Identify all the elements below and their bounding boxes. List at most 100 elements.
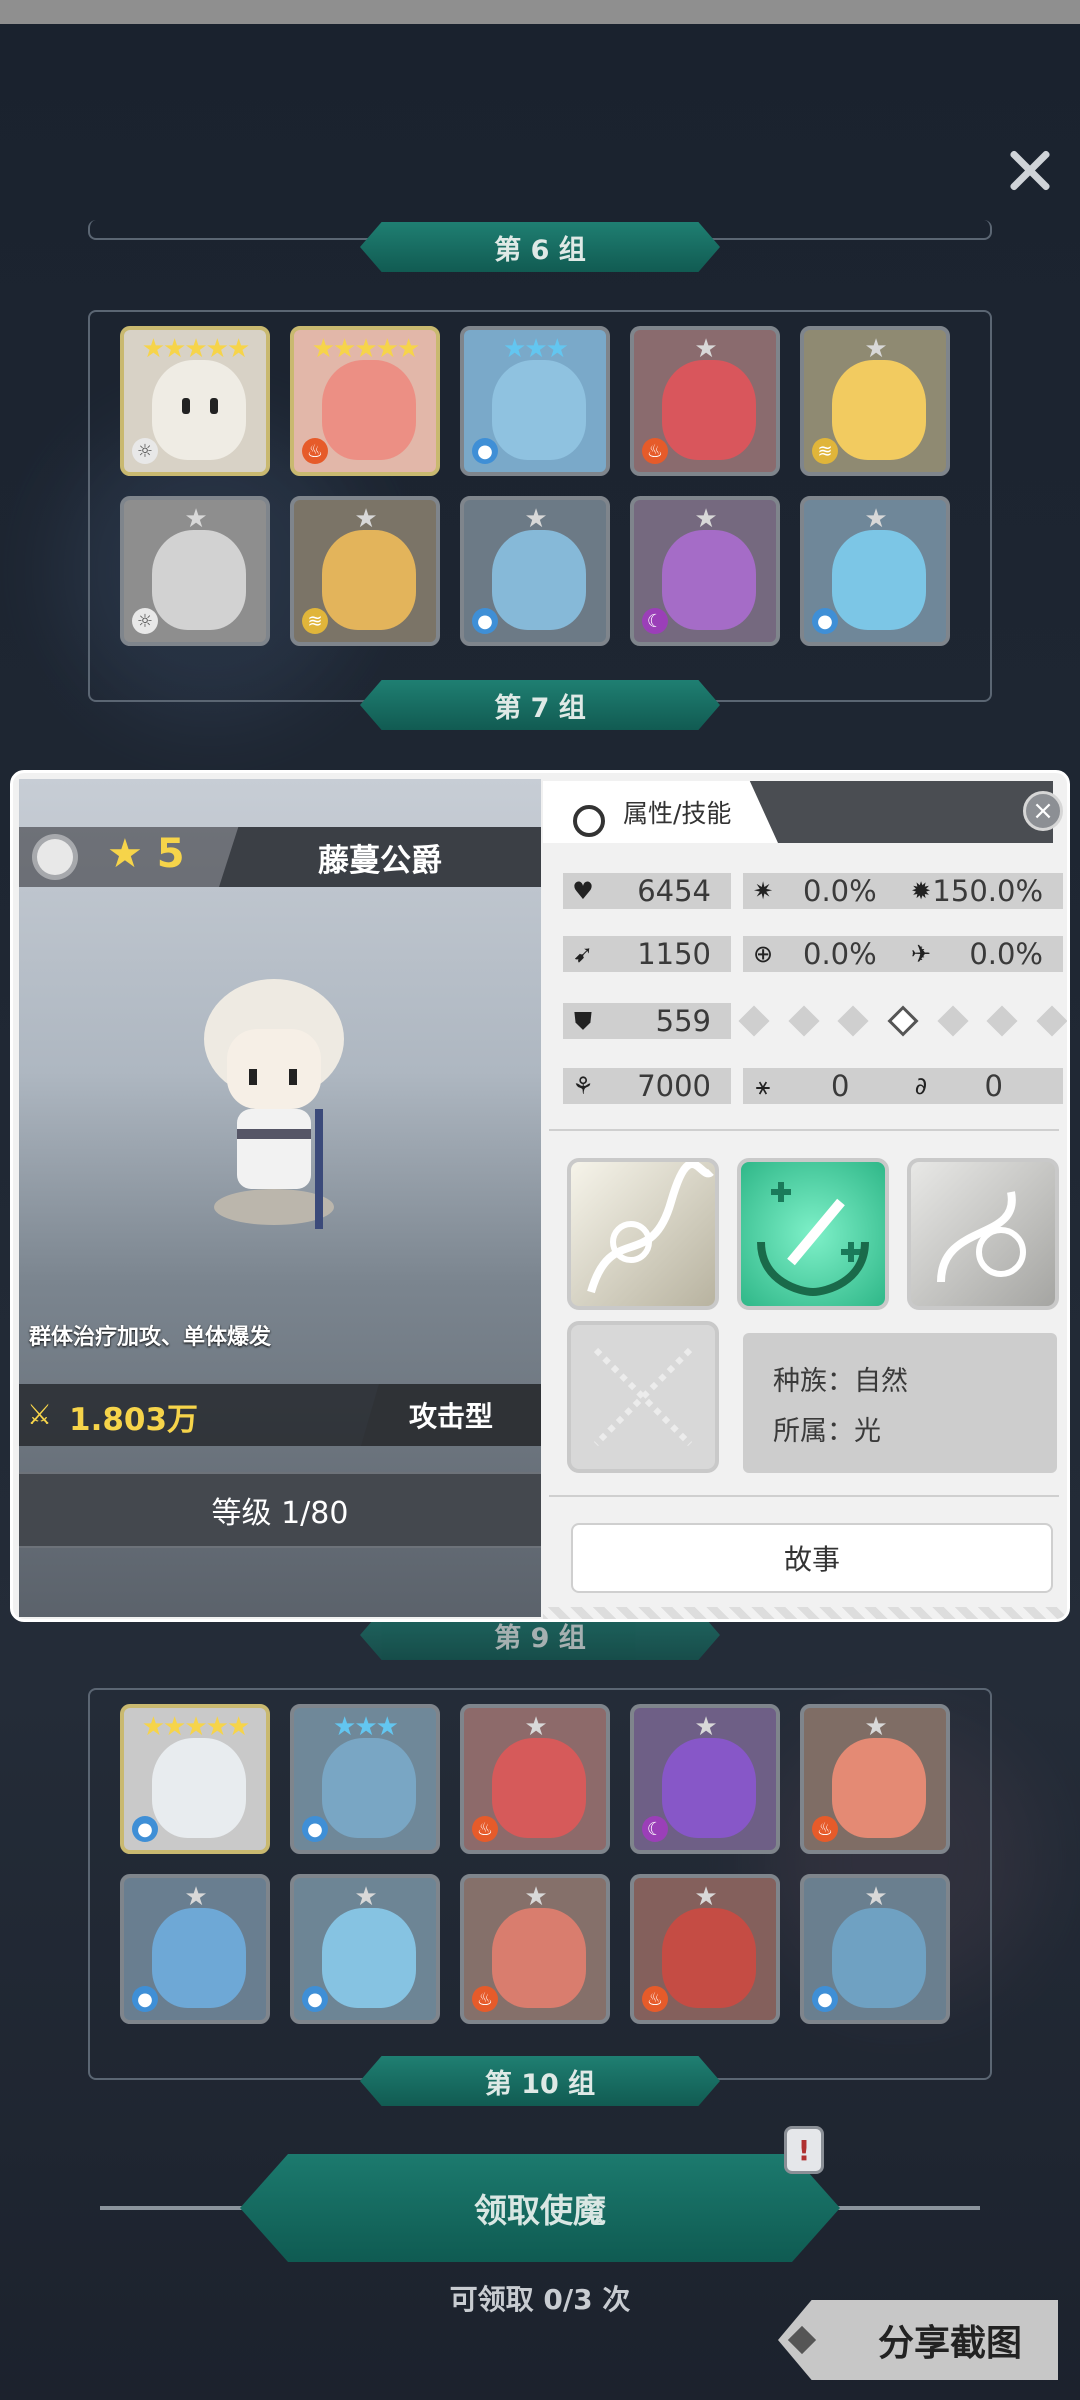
divider-right — [820, 2206, 980, 2210]
pet-face — [662, 1738, 756, 1838]
stat-attack: ➹ 1150 — [563, 936, 731, 972]
pet-face — [492, 1908, 586, 2008]
water-icon: ● — [812, 608, 838, 634]
pet-card[interactable]: ★ ♨ — [460, 1704, 610, 1854]
pet-card[interactable]: ★ ● — [460, 496, 610, 646]
hero-type: 攻击型 — [361, 1384, 541, 1446]
pet-face — [152, 530, 246, 630]
heart-icon: ♥ — [572, 877, 594, 905]
water-icon: ● — [472, 438, 498, 464]
pet-card[interactable]: ★ ● — [800, 496, 950, 646]
stats-panel: 属性/技能 × ♥ 6454 ✷ 0.0% ✹ 150.0% ➹ 1150 ⊕ … — [543, 773, 1067, 1619]
crit-icon: ✷ — [752, 877, 774, 905]
pet-card[interactable]: ★ ☾ — [630, 496, 780, 646]
stat-accuracy: ⊕ 0.0% ✈ 0.0% — [743, 936, 1063, 972]
stat-extra: ⚹ 0 ∂ 0 — [743, 1068, 1063, 1104]
stat-defense: ⛊ 559 — [563, 1003, 731, 1039]
fire-icon: ♨ — [642, 1986, 668, 2012]
fire-icon: ♨ — [642, 438, 668, 464]
water-icon: ● — [132, 1986, 158, 2012]
group-label-7: 第 7 组 — [360, 680, 720, 730]
pet-face — [662, 1908, 756, 2008]
empty-skill-slot[interactable] — [567, 1321, 719, 1473]
hero-power: 1.803万 — [69, 1402, 199, 1438]
stat-a-icon: ⚹ — [755, 1072, 771, 1100]
stat-speed: ⚘ 7000 — [563, 1068, 731, 1104]
pet-face — [492, 530, 586, 630]
pet-card[interactable]: ★ ● — [120, 1874, 270, 2024]
hero-star-level: ★ 5 — [107, 831, 185, 877]
water-icon: ● — [132, 1816, 158, 1842]
pet-card[interactable]: ★★★★★ ☼ — [120, 326, 270, 476]
divider — [549, 1495, 1059, 1497]
group-label-6: 第 6 组 — [360, 222, 720, 272]
pet-face — [152, 1738, 246, 1838]
dodge-icon: ✈ — [910, 940, 932, 968]
pet-face — [662, 360, 756, 460]
pet-face — [832, 1908, 926, 2008]
pet-card[interactable]: ★ ♨ — [800, 1704, 950, 1854]
panel-close-button[interactable]: × — [1023, 791, 1063, 831]
alert-badge: ! — [784, 2126, 824, 2174]
hero-info-box: 种族：自然 所属：光 — [743, 1333, 1057, 1473]
sun-icon: ☼ — [132, 608, 158, 634]
skill-slot[interactable] — [737, 1158, 889, 1310]
water-icon: ● — [472, 608, 498, 634]
zigzag-edge — [543, 1607, 1067, 1619]
attack-icon: ➹ — [572, 940, 594, 968]
pet-card[interactable]: ★ ☾ — [630, 1704, 780, 1854]
water-icon: ● — [302, 1816, 328, 1842]
hero-race: 种族：自然 — [773, 1366, 908, 1397]
pet-face — [152, 360, 246, 460]
pet-card[interactable]: ★ ● — [290, 1874, 440, 2024]
pet-card[interactable]: ★ ● — [800, 1874, 950, 2024]
power-icon: ⚔ — [27, 1398, 53, 1431]
sun-icon: ☼ — [132, 438, 158, 464]
speed-icon: ⚘ — [572, 1072, 594, 1100]
attributes-icon — [573, 805, 605, 837]
skill-slot[interactable] — [567, 1158, 719, 1310]
hero-description: 群体治疗加攻、单体爆发 — [29, 1325, 272, 1350]
pet-card[interactable]: ★★★ ● — [460, 326, 610, 476]
accuracy-icon: ⊕ — [752, 940, 774, 968]
close-icon[interactable] — [1000, 140, 1060, 200]
swirl-skill-icon — [937, 1191, 1026, 1283]
pet-face — [322, 360, 416, 460]
pet-card[interactable]: ★ ≋ — [800, 326, 950, 476]
pet-card[interactable]: ★ ≋ — [290, 496, 440, 646]
hero-name: 藤蔓公爵 — [219, 827, 541, 887]
pet-face — [322, 1738, 416, 1838]
dark-icon: ☾ — [642, 608, 668, 634]
divider — [549, 1129, 1059, 1131]
pet-card[interactable]: ★ ♨ — [630, 1874, 780, 2024]
wind-icon: ≋ — [302, 608, 328, 634]
share-screenshot-button[interactable]: 分享截图 — [778, 2300, 1058, 2380]
stat-hp: ♥ 6454 — [563, 873, 731, 909]
pet-face — [492, 1738, 586, 1838]
fire-icon: ♨ — [472, 1816, 498, 1842]
pet-card[interactable]: ★★★★★ ● — [120, 1704, 270, 1854]
shield-icon: ⛊ — [574, 1007, 592, 1035]
hero-illustration — [204, 979, 344, 1229]
pet-card[interactable]: ★ ♨ — [630, 326, 780, 476]
hero-art: ★ 5 藤蔓公爵 群体治疗加攻、单体爆发 ⚔ 1.803万 攻击型 等级 1/8… — [19, 779, 541, 1617]
gauge-marker — [887, 1005, 919, 1037]
pet-card[interactable]: ★★★★★ ♨ — [290, 326, 440, 476]
water-icon: ● — [302, 1986, 328, 2012]
hero-level: 等级 1/80 — [19, 1472, 541, 1548]
claim-pet-button[interactable]: 领取使魔 — [240, 2154, 840, 2262]
skill-slot[interactable] — [907, 1158, 1059, 1310]
sun-icon — [37, 839, 73, 875]
tab-label: 属性/技能 — [623, 799, 732, 828]
heal-sword-skill-icon — [757, 1182, 869, 1296]
divider-left — [100, 2206, 260, 2210]
fire-icon: ♨ — [812, 1816, 838, 1842]
pet-card[interactable]: ★ ♨ — [460, 1874, 610, 2024]
pet-card[interactable]: ★ ☼ — [120, 496, 270, 646]
story-button[interactable]: 故事 — [571, 1523, 1053, 1593]
crit-damage-icon: ✹ — [910, 877, 932, 905]
pet-card[interactable]: ★★★ ● — [290, 1704, 440, 1854]
hero-detail-panel: ★ 5 藤蔓公爵 群体治疗加攻、单体爆发 ⚔ 1.803万 攻击型 等级 1/8… — [10, 770, 1070, 1622]
group-label-10: 第 10 组 — [360, 2056, 720, 2106]
tab-attributes-skills[interactable]: 属性/技能 — [543, 781, 778, 843]
